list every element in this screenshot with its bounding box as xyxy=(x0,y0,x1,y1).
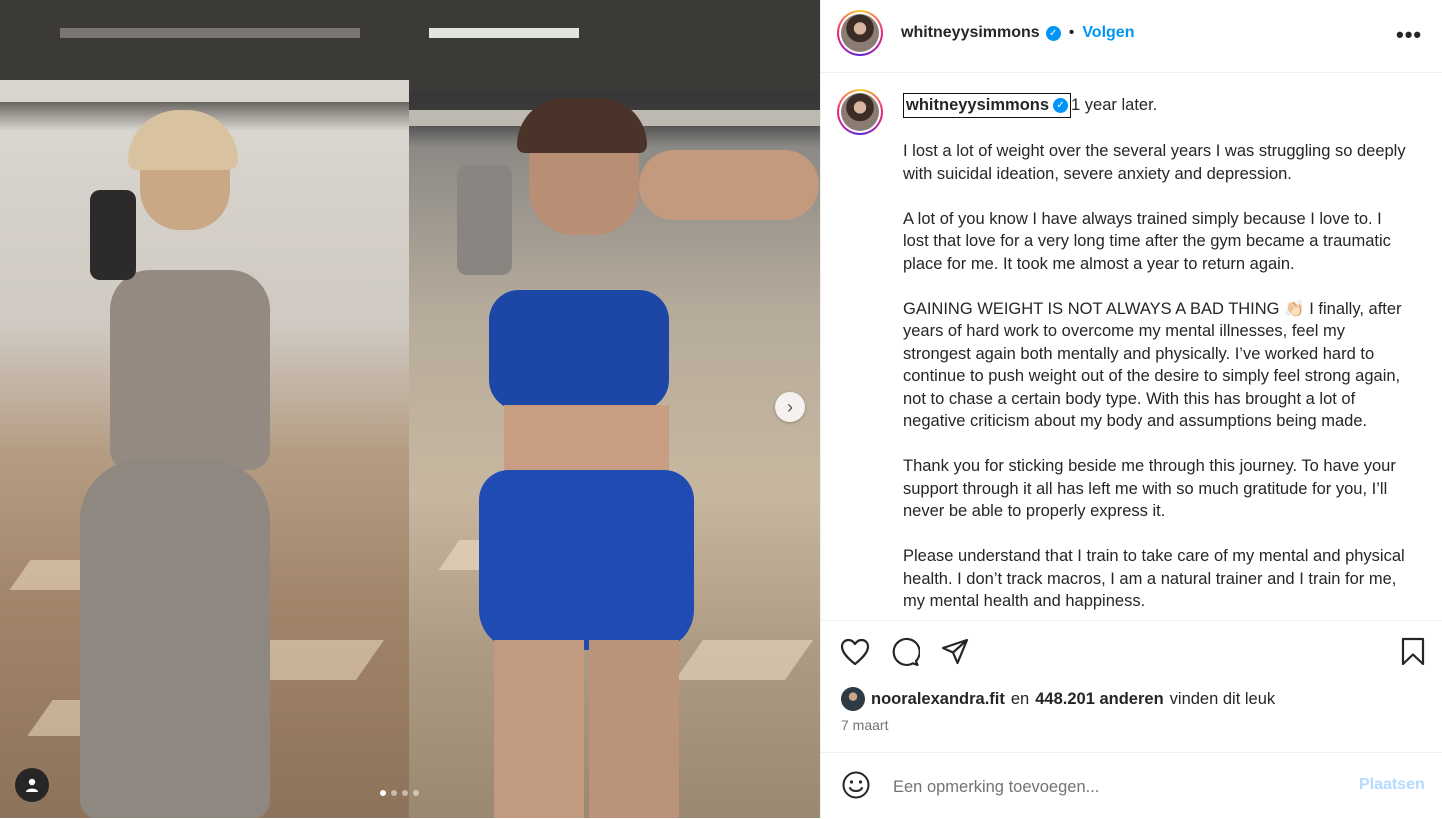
bookmark-icon xyxy=(1401,637,1425,666)
caption-section[interactable]: whitneyysimmons ✓ 1 year later. I lost a l… xyxy=(821,73,1442,619)
comment-icon xyxy=(892,637,920,667)
post-header: whitneyysimmons ✓ • Volgen ••• xyxy=(821,0,1442,73)
caption-paragraph: A lot of you know I have always trained … xyxy=(903,209,1391,273)
follow-button[interactable]: Volgen xyxy=(1082,24,1134,42)
carousel-indicator xyxy=(380,790,419,796)
more-horizontal-icon: ••• xyxy=(1396,22,1423,47)
heart-icon xyxy=(840,638,870,666)
post-comment-button[interactable]: Plaatsen xyxy=(1359,776,1425,794)
author-username[interactable]: whitneyysimmons xyxy=(901,24,1040,42)
comment-button[interactable] xyxy=(889,636,921,668)
caption-text: whitneyysimmons ✓ 1 year later. I lost a l… xyxy=(903,93,1411,613)
verified-badge-icon: ✓ xyxy=(1045,25,1061,41)
verified-badge-icon: ✓ xyxy=(1053,97,1069,113)
likes-count[interactable]: 448.201 anderen xyxy=(1035,690,1163,709)
add-comment-bar: Plaatsen xyxy=(821,752,1442,819)
caption-first-line: 1 year later. xyxy=(1071,96,1158,114)
emoji-smiley-icon xyxy=(842,771,870,799)
carousel-dot xyxy=(402,790,408,796)
like-button[interactable] xyxy=(839,636,871,668)
caption-username-link[interactable]: whitneyysimmons ✓ xyxy=(903,93,1072,118)
share-button[interactable] xyxy=(939,636,971,668)
carousel-photo-before xyxy=(0,0,409,818)
likes-summary[interactable]: nooralexandra.fit en 448.201 anderen vin… xyxy=(841,687,1275,711)
tagged-users-button[interactable] xyxy=(15,768,49,802)
caption-paragraph: I lost a lot of weight over the several … xyxy=(903,142,1406,183)
chevron-right-icon: › xyxy=(787,396,793,417)
post-date[interactable]: 7 maart xyxy=(841,717,888,733)
likes-suffix: vinden dit leuk xyxy=(1169,689,1276,708)
caption-paragraph: Thank you for sticking beside me through… xyxy=(903,457,1396,520)
user-icon xyxy=(26,778,38,792)
share-icon xyxy=(941,638,969,665)
more-options-button[interactable]: ••• xyxy=(1396,22,1422,48)
carousel-dot xyxy=(413,790,419,796)
carousel-dot xyxy=(380,790,386,796)
liker-avatar[interactable] xyxy=(841,687,865,711)
save-button[interactable] xyxy=(1397,636,1429,668)
next-slide-button[interactable]: › xyxy=(775,392,805,422)
caption-paragraph: Please understand that I train to take c… xyxy=(903,547,1405,610)
caption-paragraph: GAINING WEIGHT IS NOT ALWAYS A BAD THING… xyxy=(903,299,1402,431)
post-actions-bar xyxy=(821,620,1442,683)
carousel-dot xyxy=(391,790,397,796)
carousel-photo-after xyxy=(409,0,820,818)
emoji-button[interactable] xyxy=(841,770,871,800)
liked-by-username[interactable]: nooralexandra.fit xyxy=(871,690,1005,709)
likes-connector: en xyxy=(1010,689,1030,708)
post-media-carousel[interactable]: › xyxy=(0,0,820,818)
post-detail-panel: whitneyysimmons ✓ • Volgen ••• whitneyys… xyxy=(820,0,1442,818)
author-avatar[interactable] xyxy=(837,10,883,56)
caption-author-avatar[interactable] xyxy=(837,89,883,135)
header-separator: • xyxy=(1068,24,1075,41)
comment-input[interactable] xyxy=(891,773,1335,801)
